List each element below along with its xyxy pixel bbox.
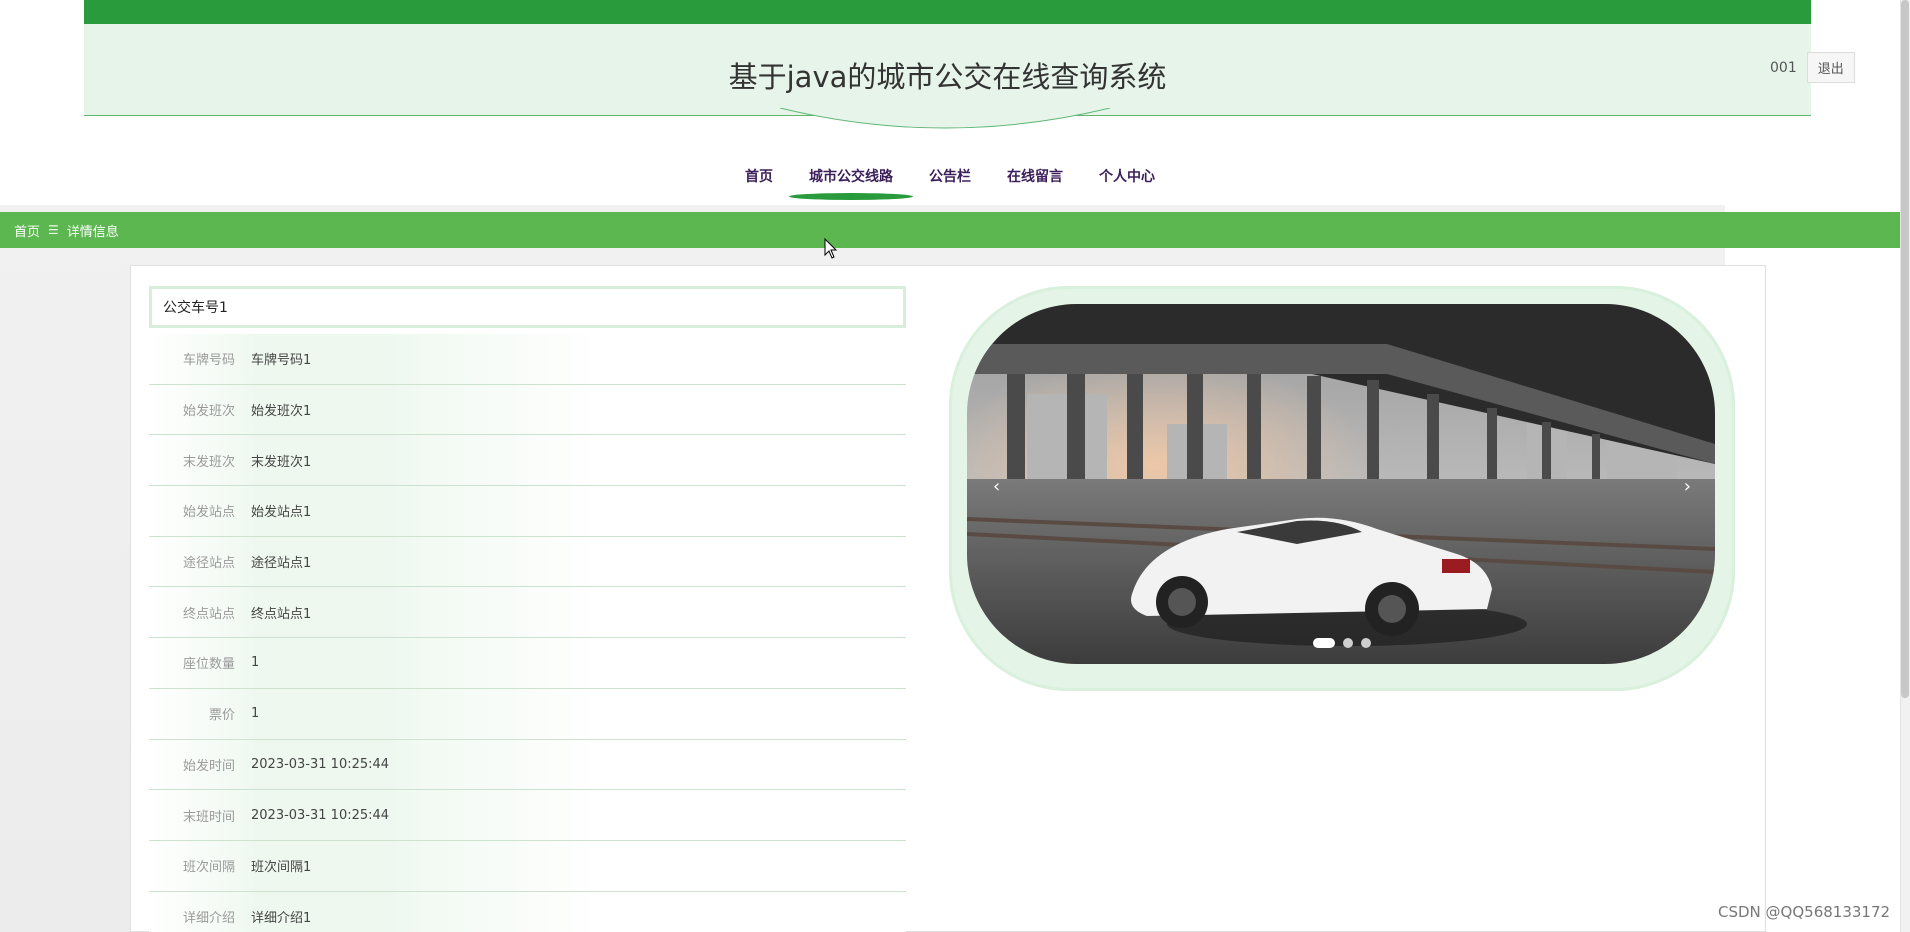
detail-value: 终点站点1 (251, 606, 312, 622)
carousel-dot[interactable] (1313, 638, 1335, 648)
detail-label: 始发班次 (182, 404, 235, 420)
user-box: 001 退出 (1770, 52, 1855, 83)
username-label: 001 (1770, 59, 1797, 76)
carousel-dot[interactable] (1361, 638, 1371, 648)
carousel-image (967, 304, 1715, 664)
detail-card: 公交车号1 车牌号码 车牌号码1 始发班次 始发班次1 末发班次 末发班次1 始… (130, 265, 1766, 932)
detail-row: 票价 1 (149, 688, 906, 740)
detail-label: 班次间隔 (182, 860, 235, 876)
detail-row: 始发时间 2023-03-31 10:25:44 (149, 739, 906, 791)
detail-row: 详细介绍 详细介绍1 (149, 891, 906, 932)
breadcrumb: 首页 ☰ 详情信息 (0, 212, 1900, 248)
header-curve-decoration (780, 108, 1110, 129)
detail-row: 途径站点 途径站点1 (149, 536, 906, 588)
detail-row: 车牌号码 车牌号码1 (149, 334, 906, 385)
logout-button[interactable]: 退出 (1806, 52, 1855, 83)
carousel-dot[interactable] (1343, 638, 1353, 648)
detail-label: 票价 (208, 708, 235, 724)
carousel-prev-icon[interactable]: ‹ (993, 476, 1000, 497)
car-under-bridge-image (967, 304, 1715, 664)
nav-item-messages[interactable]: 在线留言 (989, 160, 1081, 200)
nav-item-profile[interactable]: 个人中心 (1081, 160, 1173, 200)
carousel-next-icon[interactable]: › (1684, 476, 1691, 497)
nav-item-home[interactable]: 首页 (727, 160, 791, 200)
detail-value: 始发班次1 (251, 404, 312, 420)
carousel-indicators (949, 638, 1735, 648)
detail-row: 班次间隔 班次间隔1 (149, 840, 906, 892)
detail-value: 末发班次1 (251, 454, 312, 470)
detail-label: 末班时间 (182, 809, 235, 825)
detail-title: 公交车号1 (149, 286, 906, 328)
header: 基于java的城市公交在线查询系统 (84, 24, 1811, 116)
detail-value: 2023-03-31 10:25:44 (251, 756, 390, 772)
detail-value: 始发站点1 (251, 505, 312, 521)
detail-label: 终点站点 (182, 606, 235, 622)
detail-value: 1 (251, 655, 260, 671)
scrollbar-thumb[interactable] (1901, 0, 1909, 698)
detail-value: 途径站点1 (251, 556, 312, 572)
detail-value: 2023-03-31 10:25:44 (251, 807, 390, 823)
image-carousel: ‹ › (949, 286, 1735, 691)
detail-value: 1 (251, 706, 260, 722)
detail-row: 末班时间 2023-03-31 10:25:44 (149, 790, 906, 841)
detail-value: 详细介绍1 (251, 910, 312, 926)
detail-label: 始发时间 (182, 758, 235, 774)
breadcrumb-current: 详情信息 (66, 224, 119, 240)
page-scrollbar[interactable] (1900, 0, 1910, 932)
nav-item-notice-board[interactable]: 公告栏 (911, 160, 989, 200)
detail-label: 途径站点 (182, 556, 235, 572)
detail-row: 座位数量 1 (149, 638, 906, 689)
detail-label: 末发班次 (182, 454, 235, 470)
detail-label: 始发站点 (182, 505, 235, 521)
detail-value: 车牌号码1 (251, 353, 312, 369)
top-green-bar (84, 0, 1811, 24)
mouse-cursor-icon (824, 238, 838, 259)
detail-value: 班次间隔1 (251, 860, 312, 876)
detail-row: 始发班次 始发班次1 (149, 384, 906, 436)
detail-row: 末发班次 末发班次1 (149, 435, 906, 487)
breadcrumb-home[interactable]: 首页 (14, 221, 40, 240)
detail-row: 始发站点 始发站点1 (149, 486, 906, 537)
main-nav: 首页 城市公交线路 公告栏 在线留言 个人中心 (0, 160, 1910, 200)
site-title: 基于java的城市公交在线查询系统 (728, 60, 1167, 94)
detail-list: 车牌号码 车牌号码1 始发班次 始发班次1 末发班次 末发班次1 始发站点 始发… (149, 334, 906, 932)
detail-label: 座位数量 (182, 657, 235, 673)
detail-label: 车牌号码 (182, 353, 235, 369)
breadcrumb-separator-icon: ☰ (48, 223, 59, 237)
detail-label: 详细介绍 (182, 910, 235, 926)
detail-row: 终点站点 终点站点1 (149, 587, 906, 639)
watermark: CSDN @QQ568133172 (1718, 903, 1891, 921)
nav-item-bus-routes[interactable]: 城市公交线路 (789, 160, 913, 200)
